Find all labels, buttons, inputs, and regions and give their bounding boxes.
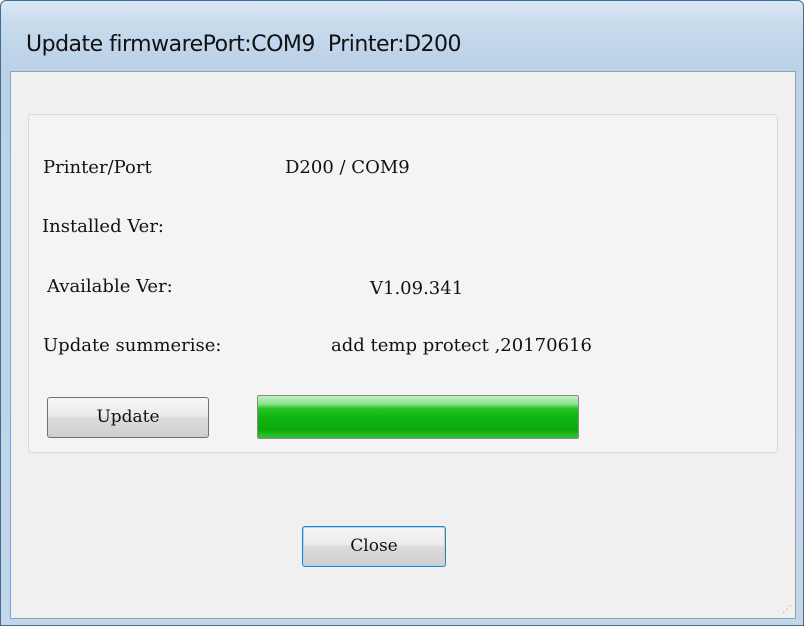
printer-port-value: D200 / COM9 [285,157,410,178]
update-button[interactable]: Update [47,397,209,438]
title-bar[interactable]: Update firmwarePort:COM9 Printer:D200 [1,1,803,71]
installed-ver-label: Installed Ver: [42,216,164,237]
available-ver-value: V1.09.341 [370,278,464,299]
firmware-update-dialog: Update firmwarePort:COM9 Printer:D200 Pr… [0,0,804,626]
update-summary-value: add temp protect ,20170616 [331,335,592,356]
resize-grip-icon[interactable]: ⋰ [782,605,792,615]
close-button[interactable]: Close [302,526,446,567]
available-ver-label: Available Ver: [47,276,173,297]
update-summary-label: Update summerise: [43,335,222,356]
update-progress-bar [257,395,579,439]
printer-port-label: Printer/Port [43,157,152,178]
window-title: Update firmwarePort:COM9 Printer:D200 [26,32,462,57]
dialog-client-area: Printer/Port D200 / COM9 Installed Ver: … [10,71,796,619]
progress-fill [258,396,578,438]
firmware-info-group: Printer/Port D200 / COM9 Installed Ver: … [28,114,778,453]
